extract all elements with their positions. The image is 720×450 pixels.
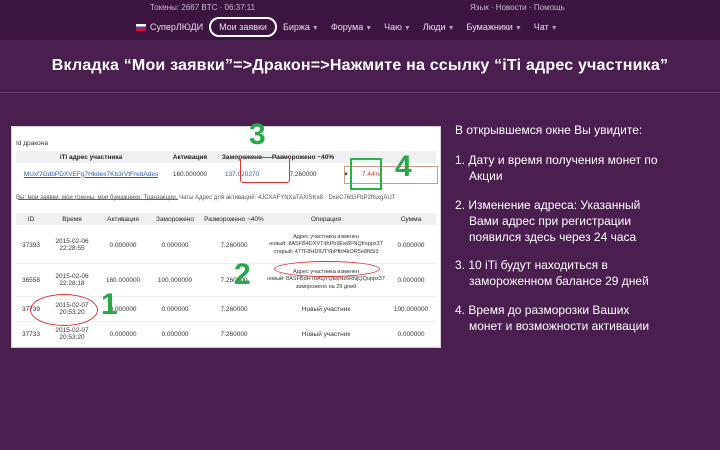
chevron-down-icon: ▼: [403, 25, 411, 32]
table-cell: 0.000000: [109, 241, 137, 249]
instruction-line: появился здесь через 24 часа: [469, 229, 637, 244]
instruction-line: 3. 10 iTi будут находиться в: [455, 258, 608, 273]
navbar: СуперЛЮДИ Мои заявки Биржа ▼ Форума ▼ Чаю ▼…: [130, 17, 564, 37]
table-cell: 100.000000: [157, 276, 193, 284]
marker-2: 2: [234, 258, 251, 291]
chevron-down-icon: ▼: [447, 25, 455, 32]
iti-address-link[interactable]: MUxf7GdbPDXVEFg7Hkdes7Kb3rVtFrebAdes: [16, 171, 166, 178]
col-header: Разморожено ~40%: [204, 215, 264, 223]
instructions: В открывшемся окне Вы увидите: 1. Дату и…: [455, 122, 715, 346]
divider: [0, 92, 720, 93]
nav-label: Биржа: [282, 22, 310, 32]
nav-brand[interactable]: СуперЛЮДИ: [130, 22, 209, 32]
nav-item-tea[interactable]: Чаю ▼: [378, 22, 417, 32]
nav-item-my-orders[interactable]: Мои заявки: [209, 17, 277, 37]
address-change-oval: [274, 261, 380, 277]
sub-links: Вы: мои заявки, мои токены, мои бумажник…: [16, 195, 396, 201]
top-info-right: Язык · Новости · Помощь: [470, 3, 565, 12]
table-cell: 7.260000: [220, 241, 248, 249]
history-table-header: ID Время Активация Заморожено Разморожен…: [16, 213, 436, 225]
table-row: 37733 2015-02-07 20:53:20 0.000000 0.000…: [16, 322, 436, 347]
panel-title: Id дракона: [16, 140, 48, 147]
table-cell: 0.000000: [397, 330, 425, 338]
col-header: Активация: [107, 215, 139, 223]
chevron-down-icon: ▼: [365, 25, 373, 32]
table-cell: 2015-02-07 20:53:20: [55, 327, 89, 341]
chevron-down-icon: ▼: [311, 25, 319, 32]
table-cell: 160.000000: [105, 276, 141, 284]
screenshot-panel: Id дракона iTi адрес участника Активация…: [11, 126, 441, 348]
table-cell: 7.260000: [220, 305, 248, 313]
instruction-line: 4. Время до разморозки Ваших: [455, 302, 630, 317]
nav-label: Бумажники: [466, 22, 513, 32]
countdown-green-box: [350, 158, 382, 190]
col-header: Активация: [172, 153, 208, 161]
table-cell: 0.000000: [161, 241, 189, 249]
table-cell: Адрес участника изменен новый: 8ASFB4DXV…: [269, 234, 383, 255]
nav-item-chat[interactable]: Чат ▼: [528, 22, 564, 32]
table-cell: 7.260000: [220, 330, 248, 338]
table-cell: 37733: [21, 330, 41, 338]
highlight-underline: [18, 199, 178, 200]
flag-icon: [136, 24, 146, 32]
instruction-item: 1. Дату и время получения монет по Акции: [455, 152, 715, 184]
col-header: Заморожено: [156, 215, 194, 223]
top-info: Токены: 2667 BTC · 06:37:11: [150, 3, 256, 12]
instructions-heading: В открывшемся окне Вы увидите:: [455, 123, 643, 137]
nav-label: Люди: [422, 22, 446, 32]
time-oval: [30, 294, 98, 326]
table-cell: Новый участник: [301, 330, 351, 338]
instruction-line: Вами адрес при регистрации: [469, 213, 632, 228]
col-header: iTi адрес участника: [59, 153, 123, 161]
chevron-down-icon: ▼: [550, 25, 558, 32]
instruction-line: 1. Дату и время получения монет по: [455, 153, 658, 168]
table-cell: 0.000000: [161, 305, 189, 313]
table-cell: 0.000000: [397, 276, 425, 284]
nav-item-forum[interactable]: Форума ▼: [325, 22, 378, 32]
frozen-highlight-box: [240, 157, 290, 183]
instruction-item: 3. 10 iTi будут находиться в замороженно…: [455, 257, 715, 289]
table-cell: 36558: [21, 276, 41, 284]
table-cell: 2015-02-06 22:28:55: [55, 238, 89, 252]
nav-label: Чат: [533, 22, 549, 32]
instruction-line: монет и возможности активации: [469, 318, 650, 333]
nav-item-wallets[interactable]: Бумажники ▼: [461, 22, 528, 32]
marker-4: 4: [395, 150, 412, 183]
instruction-line: замороженном балансе 29 дней: [469, 274, 649, 289]
nav-label: Чаю: [384, 22, 402, 32]
instruction-line: 2. Изменение адреса: Указанный: [455, 197, 641, 212]
slide-title: Вкладка “Мои заявки”=>Дракон=>Нажмите на…: [51, 57, 669, 74]
table-cell: 0.000000: [397, 241, 425, 249]
marker-3: 3: [249, 118, 266, 151]
nav-brand-label: СуперЛЮДИ: [150, 22, 204, 32]
table-cell: 100.000000: [393, 305, 429, 313]
col-header: Время: [62, 215, 82, 223]
table-cell: 2015-02-06 22:28:18: [55, 273, 89, 287]
table-cell: 0.000000: [109, 330, 137, 338]
table-cell: 160.000000: [172, 170, 208, 178]
col-header: Сумма: [400, 215, 422, 223]
marker-1: 1: [101, 288, 118, 321]
table-row: 37393 2015-02-06 22:28:55 0.000000 0.000…: [16, 227, 436, 264]
instruction-item: 4. Время до разморозки Ваших монет и воз…: [455, 302, 715, 334]
col-header: ID: [27, 215, 35, 223]
instruction-item: 2. Изменение адреса: Указанный Вами адре…: [455, 197, 715, 246]
table-cell: Новый участник: [301, 305, 351, 313]
instruction-line: Акции: [469, 169, 503, 184]
table-cell: 0.000000: [161, 330, 189, 338]
nav-label: Форума: [330, 22, 364, 32]
nav-item-exchange[interactable]: Биржа ▼: [277, 22, 325, 32]
nav-item-people[interactable]: Люди ▼: [417, 22, 461, 32]
table-cell: 37393: [21, 241, 41, 249]
col-header: Операция: [310, 215, 342, 223]
chevron-down-icon: ▼: [514, 25, 522, 32]
